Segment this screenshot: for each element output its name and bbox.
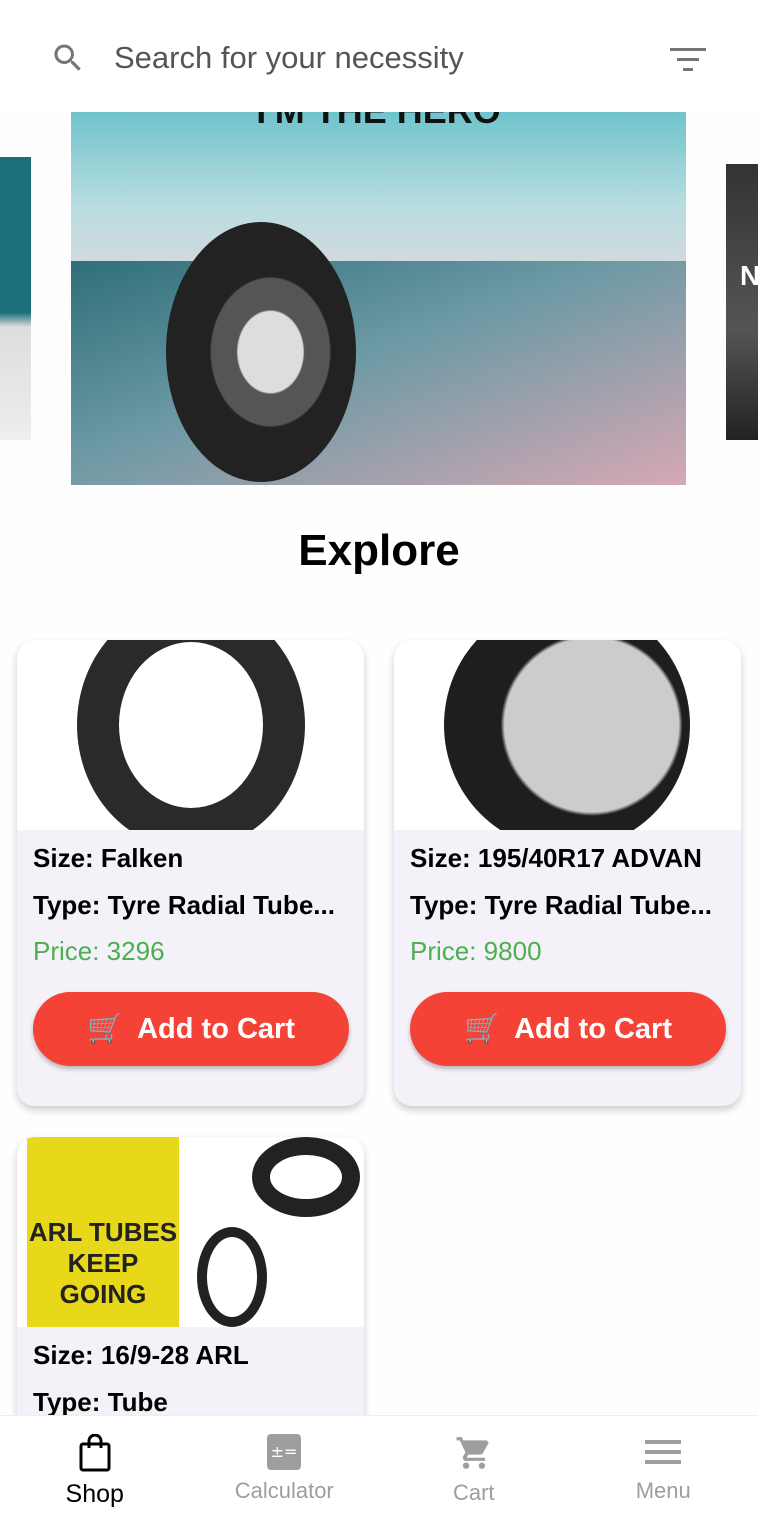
product-size: Size: Falken (33, 843, 184, 873)
add-to-cart-button[interactable]: 🛒 Add to Cart (33, 992, 349, 1066)
product-type: Type: Tube (33, 1387, 168, 1417)
section-title: Explore (298, 526, 460, 575)
banner-tyre-image (166, 222, 356, 482)
banner-text: I'M THE HERO (71, 112, 686, 132)
nav-calculator[interactable]: ±= Calculator (190, 1416, 380, 1520)
menu-icon (645, 1440, 682, 1464)
calculator-icon: ±= (267, 1434, 302, 1470)
product-image-text: ARL TUBES KEEP GOING (27, 1137, 179, 1327)
cart-icon: 🛒 (464, 1013, 501, 1045)
product-type: Type: Tyre Radial Tube... (410, 890, 712, 920)
product-image (394, 640, 741, 830)
nav-label: Cart (452, 1480, 495, 1505)
search-bar[interactable]: Search for your necessity (0, 0, 758, 112)
banner-mountains (71, 261, 686, 485)
button-label: Add to Cart (514, 1012, 672, 1045)
product-size: Size: 195/40R17 ADVAN (410, 843, 702, 873)
nav-menu[interactable]: Menu (569, 1416, 758, 1520)
cart-icon: 🛒 (87, 1013, 124, 1045)
banner-prev-slide[interactable] (0, 157, 31, 440)
product-price: Price: 3296 (33, 936, 165, 966)
banner-carousel[interactable]: I'M THE HERO N (0, 100, 758, 490)
shopping-bag-icon (79, 1434, 111, 1472)
product-card[interactable]: ARL TUBES KEEP GOING Size: 16/9-28 ARL T… (17, 1137, 364, 1437)
product-size: Size: 16/9-28 ARL (33, 1340, 249, 1370)
product-card[interactable]: Size: 195/40R17 ADVAN Type: Tyre Radial … (394, 640, 741, 1106)
search-input[interactable]: Search for your necessity (114, 40, 464, 76)
banner-next-slide[interactable]: N (726, 164, 758, 440)
nav-label: Menu (635, 1478, 691, 1503)
add-to-cart-button[interactable]: 🛒 Add to Cart (410, 992, 726, 1066)
cart-icon (456, 1437, 489, 1469)
product-image: ARL TUBES KEEP GOING (17, 1137, 364, 1327)
svg-text:±=: ±= (271, 1442, 298, 1461)
product-price: Price: 9800 (410, 936, 542, 966)
bottom-navigation: Shop ±= Calculator Cart Menu (0, 1415, 758, 1520)
nav-shop[interactable]: Shop (0, 1416, 190, 1520)
button-label: Add to Cart (137, 1012, 295, 1045)
search-icon (54, 44, 81, 71)
product-card[interactable]: Size: Falken Type: Tyre Radial Tube... P… (17, 640, 364, 1106)
banner-slide[interactable]: I'M THE HERO (71, 112, 686, 485)
nav-cart[interactable]: Cart (379, 1416, 569, 1520)
nav-label: Shop (65, 1480, 124, 1508)
nav-label: Calculator (234, 1478, 334, 1503)
product-image (17, 640, 364, 830)
product-type: Type: Tyre Radial Tube... (33, 890, 335, 920)
filter-icon[interactable] (670, 46, 706, 74)
next-slide-text: N (740, 260, 758, 291)
